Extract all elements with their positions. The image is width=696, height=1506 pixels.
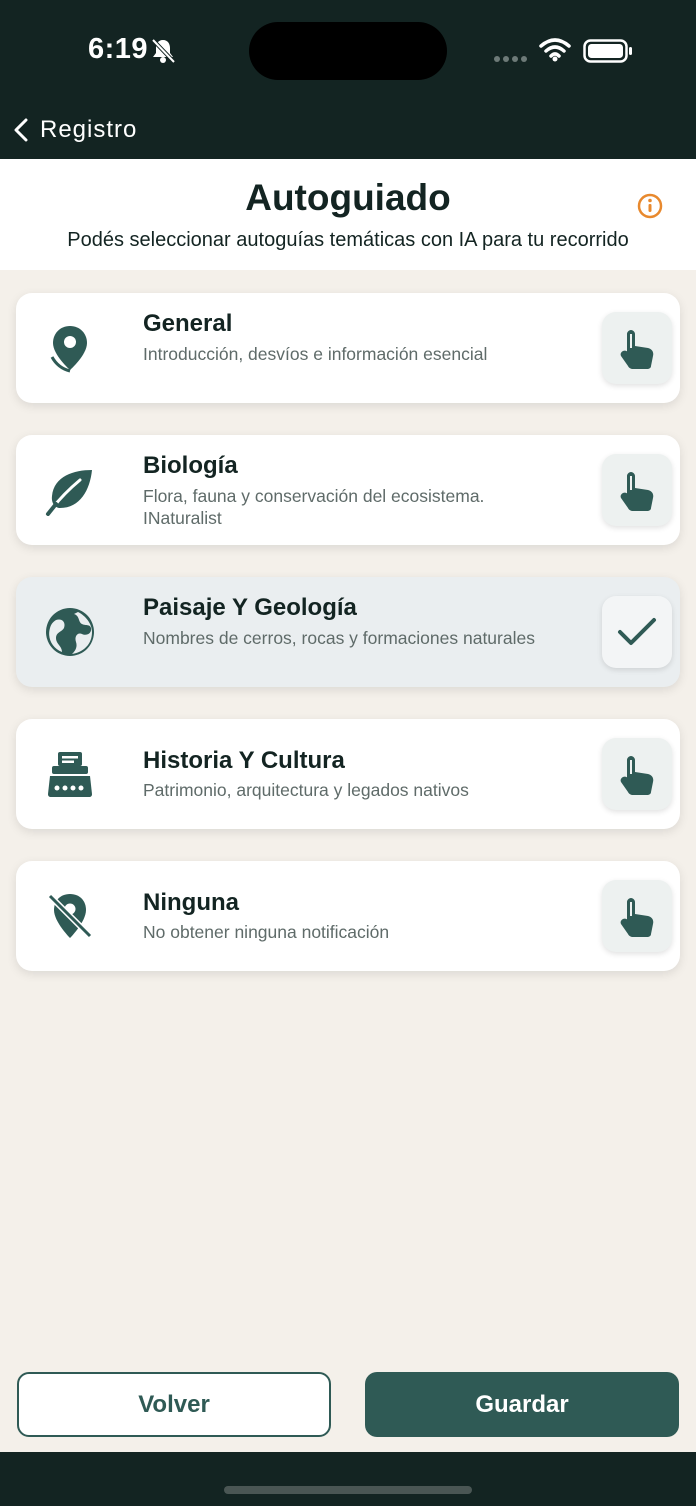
typewriter-icon <box>48 752 92 797</box>
dynamic-island <box>249 22 447 80</box>
status-time: 6:19 <box>88 33 149 65</box>
bell-slash-icon <box>151 38 176 64</box>
map-pin-off-icon <box>47 893 93 939</box>
hand-pointer-icon <box>620 898 654 937</box>
option-title: Ninguna <box>143 889 239 916</box>
option-description: Flora, fauna y conservación del ecosiste… <box>143 486 485 528</box>
page-title: Autoguiado <box>245 177 451 218</box>
wifi-icon <box>539 38 571 62</box>
save-button[interactable]: Guardar <box>365 1372 679 1437</box>
option-title: Historia Y Cultura <box>143 747 345 774</box>
signal-icon <box>494 56 527 62</box>
info-circle-icon[interactable] <box>637 193 663 219</box>
option-title: General <box>143 310 233 337</box>
select-button[interactable] <box>602 312 672 384</box>
option-card-historia[interactable]: Historia Y Cultura Patrimonio, arquitect… <box>16 719 680 829</box>
back-button[interactable]: Volver <box>17 1372 331 1437</box>
home-indicator[interactable] <box>224 1486 472 1494</box>
chevron-left-icon <box>14 118 28 142</box>
select-button[interactable] <box>602 880 672 952</box>
option-title: Paisaje Y Geología <box>143 594 357 621</box>
option-description: No obtener ninguna notificación <box>143 922 390 942</box>
option-description: Patrimonio, arquitectura y legados nativ… <box>143 780 469 800</box>
select-button[interactable] <box>602 738 672 810</box>
top-bar: 6:19 Registro <box>0 0 696 159</box>
selected-button[interactable] <box>602 596 672 668</box>
option-card-ninguna[interactable]: Ninguna No obtener ninguna notificación <box>16 861 680 971</box>
hand-pointer-icon <box>620 756 654 795</box>
page-subtitle: Podés seleccionar autoguías temáticas co… <box>67 229 629 251</box>
globe-icon <box>46 608 94 656</box>
hand-pointer-icon <box>620 330 654 369</box>
hand-pointer-icon <box>620 472 654 511</box>
back-nav-label: Registro <box>40 116 138 143</box>
option-title: Biología <box>143 452 238 479</box>
leaf-icon <box>46 470 92 516</box>
map-pin-icon <box>50 326 87 373</box>
select-button[interactable] <box>602 454 672 526</box>
option-card-biologia[interactable]: Biología Flora, fauna y conservación del… <box>16 435 680 545</box>
page-header: Autoguiado Podés seleccionar autoguías t… <box>0 159 696 270</box>
back-nav-button[interactable]: Registro <box>12 110 137 150</box>
option-description: Nombres de cerros, rocas y formaciones n… <box>143 628 535 648</box>
option-card-paisaje[interactable]: Paisaje Y Geología Nombres de cerros, ro… <box>16 577 680 687</box>
checkmark-icon <box>618 618 656 645</box>
option-card-general[interactable]: General Introducción, desvíos e informac… <box>16 293 680 403</box>
bottom-bar <box>0 1452 696 1506</box>
battery-icon <box>583 39 632 63</box>
option-description: Introducción, desvíos e información esen… <box>143 344 488 364</box>
